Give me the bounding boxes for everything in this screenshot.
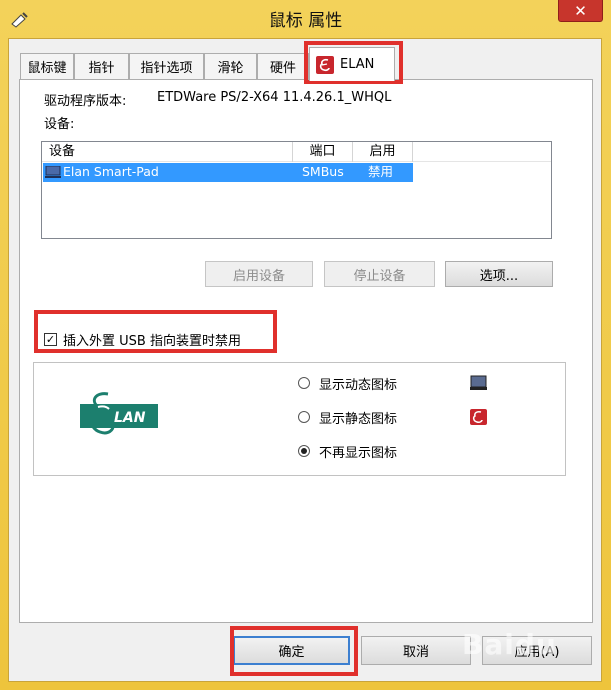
- close-icon: ✕: [574, 1, 587, 20]
- check-icon: ✓: [45, 332, 56, 346]
- column-header-device[interactable]: 设备: [42, 142, 293, 162]
- device-list-header: 设备 端口 启用: [42, 142, 551, 162]
- elan-tab-panel: 驱动程序版本: ETDWare PS/2-X64 11.4.26.1_WHQL …: [19, 79, 593, 623]
- window-title: 鼠标 属性: [268, 11, 343, 31]
- elan-brand-logo: LAN: [80, 390, 158, 442]
- radio-hide[interactable]: [298, 445, 310, 457]
- radio-option-hide-icon[interactable]: 不再显示图标: [298, 441, 397, 461]
- monitor-icon: [470, 375, 487, 390]
- radio-static[interactable]: [298, 411, 310, 423]
- device-name-cell: Elan Smart-Pad: [63, 164, 159, 179]
- tab-wheel[interactable]: 滑轮: [204, 53, 257, 79]
- enable-device-button[interactable]: 启用设备: [205, 261, 313, 287]
- column-header-enabled[interactable]: 启用: [353, 142, 413, 162]
- tab-hardware[interactable]: 硬件: [257, 53, 309, 79]
- device-port-cell: SMBus: [302, 164, 344, 179]
- elan-logo-icon: [470, 409, 487, 425]
- dialog-client-area: 鼠标键 指针 指针选项 滑轮 硬件 ELAN 驱动程序版本: ETDWare P…: [8, 38, 602, 682]
- icon-display-group: LAN 显示动态图标 显示静态图标 不再显示图标: [33, 362, 566, 476]
- mouse-properties-window: 鼠标 属性 ✕ 鼠标键 指针 指针选项 滑轮 硬件 ELAN 驱动程序版本: E…: [0, 0, 611, 690]
- touchpad-device-icon: [45, 166, 61, 178]
- title-bar[interactable]: 鼠标 属性 ✕: [0, 0, 611, 38]
- driver-version-label: 驱动程序版本:: [44, 94, 127, 109]
- tab-pointer-options[interactable]: 指针选项: [129, 53, 204, 79]
- device-enabled-cell: 禁用: [368, 164, 394, 179]
- tab-elan[interactable]: ELAN: [309, 47, 395, 81]
- column-header-port[interactable]: 端口: [293, 142, 353, 162]
- close-button[interactable]: ✕: [558, 0, 603, 22]
- tab-pointers[interactable]: 指针: [74, 53, 129, 79]
- elan-logo-text: LAN: [114, 410, 146, 426]
- radio-option-static-icon[interactable]: 显示静态图标: [298, 407, 397, 427]
- driver-version-value: ETDWare PS/2-X64 11.4.26.1_WHQL: [157, 90, 392, 105]
- usb-disable-option[interactable]: ✓ 插入外置 USB 指向装置时禁用: [44, 328, 241, 350]
- cancel-button[interactable]: 取消: [361, 636, 471, 665]
- stop-device-button[interactable]: 停止设备: [324, 261, 435, 287]
- usb-disable-label: 插入外置 USB 指向装置时禁用: [63, 333, 241, 349]
- device-list[interactable]: 设备 端口 启用 Elan Smart-Pad SMBus 禁用: [41, 141, 552, 239]
- tab-mouse-buttons[interactable]: 鼠标键: [20, 53, 74, 79]
- ok-button[interactable]: 确定: [233, 636, 350, 665]
- usb-disable-checkbox[interactable]: ✓: [44, 332, 57, 346]
- radio-option-dynamic-icon[interactable]: 显示动态图标: [298, 373, 397, 393]
- devices-label: 设备:: [44, 117, 75, 132]
- options-button[interactable]: 选项...: [445, 261, 553, 287]
- elan-logo-icon: [316, 55, 334, 74]
- radio-selected-dot: [301, 448, 307, 454]
- baidu-watermark: Baidu: [462, 628, 557, 661]
- table-row[interactable]: Elan Smart-Pad SMBus 禁用: [43, 163, 413, 182]
- radio-dynamic[interactable]: [298, 377, 310, 389]
